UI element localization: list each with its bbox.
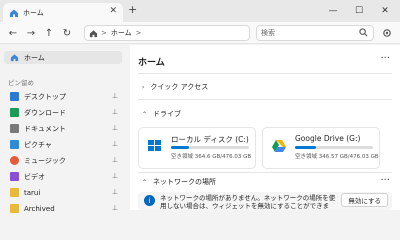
pin-icon: ⊥ [111, 124, 118, 132]
network-info-text: ネットワークの場所がありません。ネットワークの場所を使用しない場合は、ウィジェッ… [160, 194, 336, 210]
back-button[interactable]: ← [6, 26, 20, 40]
tab-label: ホーム [23, 8, 44, 17]
sidebar-item-label: ダウンロード [24, 108, 66, 117]
folder-icon [10, 188, 19, 197]
music-icon [10, 156, 19, 165]
forward-button[interactable]: → [24, 26, 38, 40]
divider [138, 172, 392, 173]
sidebar: ホーム ピン留め デスクトップ ⊥ ダウンロード ⊥ ドキュメント ⊥ ピクチャ… [0, 45, 128, 213]
maximize-button[interactable]: ☐ [346, 0, 372, 22]
toolbar: ← → ↑ ↻ > ホーム > 検索 [0, 22, 400, 44]
drive-usage-bar [171, 146, 249, 149]
drive-g[interactable]: Google Drive (G:) 空き領域 346.57 GB/476.03 … [262, 127, 380, 169]
network-info-bar: i ネットワークの場所がありません。ネットワークの場所を使用しない場合は、ウィジ… [138, 192, 392, 210]
chevron-down-icon: ⌃ [142, 110, 148, 118]
sidebar-item-videos[interactable]: ビデオ ⊥ [4, 170, 122, 183]
more-options-button[interactable]: ··· [380, 53, 390, 64]
breadcrumb-home[interactable]: ホーム [111, 28, 132, 38]
main-pane: ホーム ··· › クイック アクセス ⌃ ドライブ ローカル ディスク (C:… [130, 45, 400, 210]
desktop-icon [10, 92, 19, 101]
gear-icon[interactable] [380, 26, 394, 40]
network-more-button[interactable]: ··· [380, 175, 390, 186]
picture-icon [10, 140, 19, 149]
home-icon [10, 9, 18, 17]
sidebar-item-label: ホーム [24, 53, 45, 62]
drive-usage-fill [295, 146, 317, 149]
sidebar-item-label: ピクチャ [24, 140, 52, 149]
up-button[interactable]: ↑ [42, 26, 56, 40]
download-icon [10, 108, 19, 117]
info-icon: i [144, 195, 155, 206]
minimize-button[interactable]: — [320, 0, 346, 22]
network-section[interactable]: ⌃ ネットワークの場所 [142, 177, 216, 187]
disable-widget-button[interactable]: 無効にする [341, 193, 388, 207]
search-placeholder: 検索 [261, 29, 275, 37]
document-icon [10, 124, 19, 133]
home-icon [10, 54, 19, 62]
pinned-section-title: ピン留め [8, 79, 34, 87]
search-icon [359, 28, 368, 37]
drive-free-space: 空き領域 346.57 GB/476.03 GB [295, 154, 379, 160]
divider [138, 73, 392, 74]
google-drive-icon [272, 140, 286, 152]
home-icon [89, 29, 98, 37]
page-title: ホーム [138, 58, 165, 68]
sidebar-item-label: デスクトップ [24, 92, 66, 101]
divider [138, 99, 392, 100]
refresh-button[interactable]: ↻ [60, 26, 74, 40]
folder-icon [10, 204, 19, 213]
sidebar-item-documents[interactable]: ドキュメント ⊥ [4, 122, 122, 135]
video-icon [10, 172, 19, 181]
drive-usage-bar [295, 146, 373, 149]
address-bar[interactable]: > ホーム > [84, 25, 250, 41]
close-window-button[interactable]: ✕ [372, 0, 398, 22]
sidebar-item-label: ミュージック [24, 156, 66, 165]
pin-icon: ⊥ [111, 172, 118, 180]
network-label: ネットワークの場所 [153, 178, 217, 186]
drive-usage-fill [171, 146, 190, 149]
chevron-down-icon: ⌃ [142, 178, 148, 186]
pin-icon: ⊥ [111, 188, 118, 196]
title-bar: ホーム ✕ + — ☐ ✕ [0, 0, 400, 22]
drives-section[interactable]: ⌃ ドライブ [142, 109, 181, 119]
breadcrumb-separator: > [101, 29, 107, 37]
drives-label: ドライブ [153, 110, 182, 118]
quick-access-section[interactable]: › クイック アクセス [142, 82, 208, 92]
sidebar-item-pictures[interactable]: ピクチャ ⊥ [4, 138, 122, 151]
quick-access-label: クイック アクセス [150, 83, 209, 91]
pin-icon: ⊥ [111, 156, 118, 164]
windows-drive-icon [148, 140, 161, 151]
sidebar-item-label: Archived [24, 204, 55, 213]
sidebar-item-label: tarui [24, 188, 41, 197]
sidebar-item-archived[interactable]: Archived ⊥ [4, 202, 122, 215]
drive-c[interactable]: ローカル ディスク (C:) 空き領域 364.6 GB/476.03 GB [138, 127, 256, 169]
pin-icon: ⊥ [111, 108, 118, 116]
new-tab-button[interactable]: + [128, 3, 137, 16]
drive-name: Google Drive (G:) [295, 134, 361, 143]
sidebar-item-label: ドキュメント [24, 124, 66, 133]
close-tab-icon[interactable]: ✕ [109, 6, 117, 16]
pin-icon: ⊥ [111, 92, 118, 100]
tab-home[interactable]: ホーム ✕ [3, 3, 123, 22]
pin-icon: ⊥ [111, 204, 118, 212]
sidebar-item-tarui[interactable]: tarui ⊥ [4, 186, 122, 199]
sidebar-item-label: ビデオ [24, 172, 45, 181]
search-input[interactable]: 検索 [256, 25, 374, 41]
chevron-right-icon: › [142, 83, 145, 91]
sidebar-item-downloads[interactable]: ダウンロード ⊥ [4, 106, 122, 119]
drive-name: ローカル ディスク (C:) [171, 135, 249, 144]
sidebar-item-music[interactable]: ミュージック ⊥ [4, 154, 122, 167]
sidebar-item-desktop[interactable]: デスクトップ ⊥ [4, 90, 122, 103]
drive-free-space: 空き領域 364.6 GB/476.03 GB [171, 154, 252, 160]
pin-icon: ⊥ [111, 140, 118, 148]
breadcrumb-separator[interactable]: > [136, 29, 142, 37]
sidebar-item-home[interactable]: ホーム [4, 51, 122, 64]
